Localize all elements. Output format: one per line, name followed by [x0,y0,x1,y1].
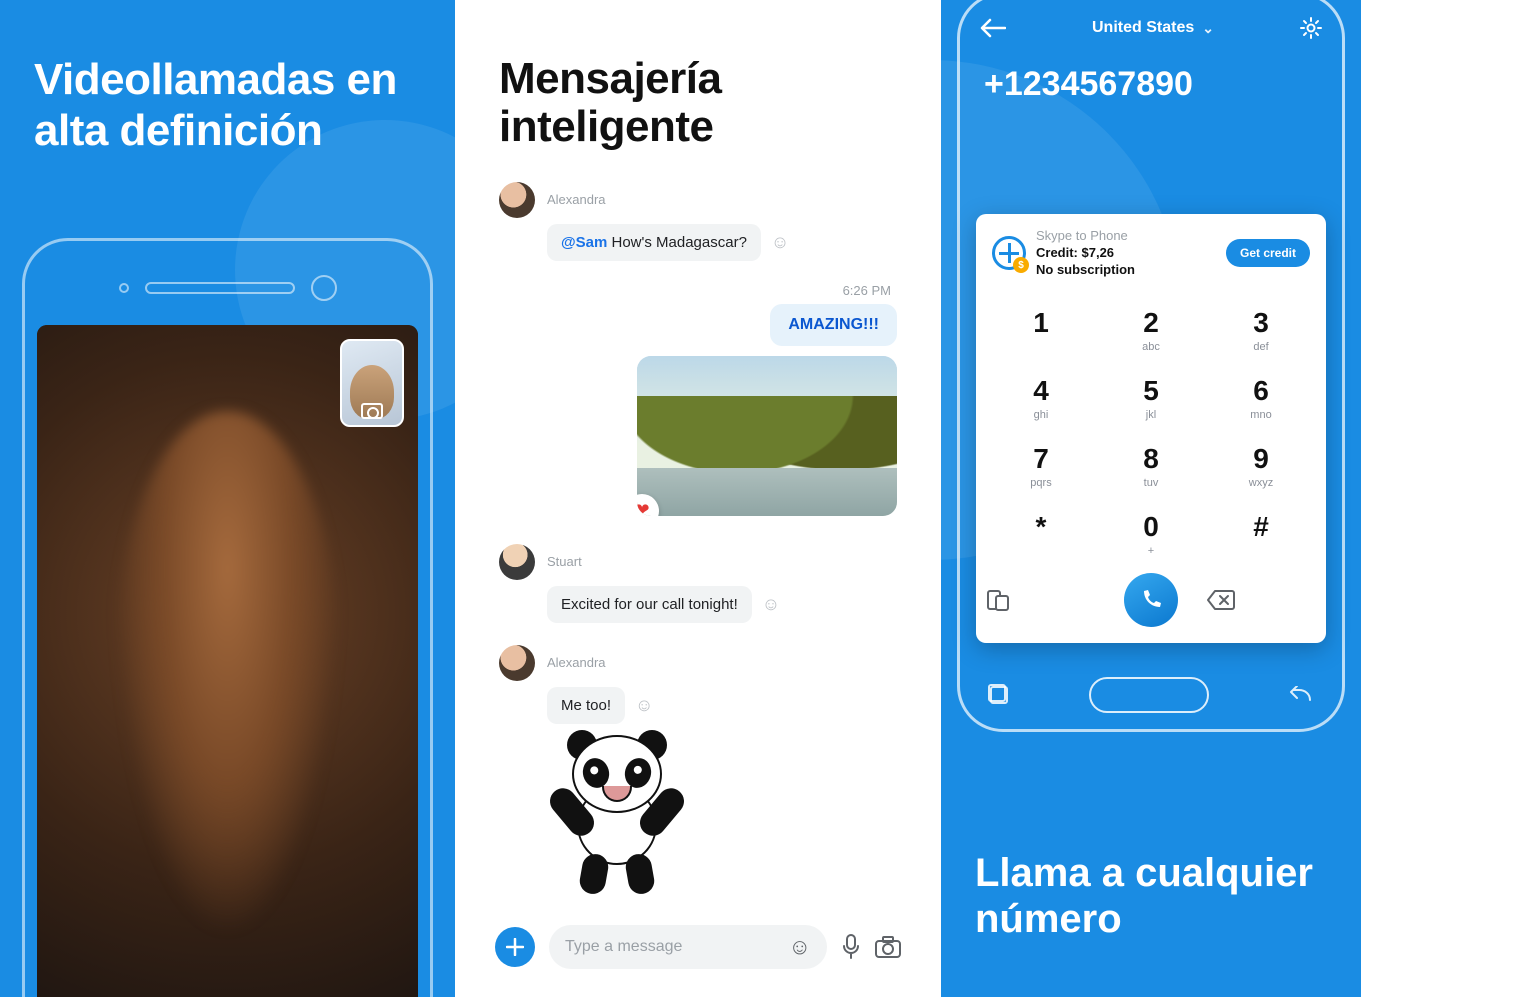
keypad-key-3[interactable]: 3def [1206,295,1316,363]
phone-frame [22,238,433,997]
message-incoming: Alexandra @Sam How's Madagascar? ☺ [499,182,901,261]
message-bubble[interactable]: Excited for our call tonight! [547,586,752,623]
screenshot-dialer: United States ⌄ +1234567890 $ Skype to P… [941,0,1361,997]
android-nav-bar [988,677,1314,713]
phone-speaker-bar [37,263,418,313]
globe-icon: $ [992,236,1026,270]
headline-messaging: Mensajería inteligente [483,0,913,152]
microphone-icon[interactable] [841,934,861,960]
phone-icon [1139,588,1163,612]
credit-info: Skype to Phone Credit: $7,26 No subscrip… [1036,228,1135,279]
message-outgoing[interactable]: AMAZING!!! [770,304,897,346]
sender-name: Alexandra [547,192,606,207]
backspace-button[interactable] [1206,589,1316,611]
keypad-key-0[interactable]: 0+ [1096,499,1206,567]
keypad-key-8[interactable]: 8tuv [1096,431,1206,499]
video-call-screen [37,325,418,997]
dialer-card: $ Skype to Phone Credit: $7,26 No subscr… [976,214,1326,643]
chat-thread: Alexandra @Sam How's Madagascar? ☺ 6:26 … [483,152,913,890]
keypad-key-#[interactable]: # [1206,499,1316,567]
keypad-key-9[interactable]: 9wxyz [1206,431,1316,499]
react-icon[interactable]: ☺ [762,594,780,615]
back-nav-icon[interactable] [1288,686,1314,704]
placeholder-text: Type a message [565,938,682,956]
avatar[interactable] [499,182,535,218]
keypad-key-6[interactable]: 6mno [1206,363,1316,431]
backspace-icon [1206,589,1236,611]
react-icon[interactable]: ☺ [635,695,653,716]
keypad-key-5[interactable]: 5jkl [1096,363,1206,431]
sender-name: Alexandra [547,655,606,670]
dialed-number: +1234567890 [970,39,1332,104]
camera-icon[interactable] [875,936,901,958]
react-icon[interactable]: ☺ [771,232,789,253]
chevron-down-icon: ⌄ [1202,20,1214,37]
keypad-key-7[interactable]: 7pqrs [986,431,1096,499]
home-nav-button[interactable] [1089,677,1209,713]
emoji-icon[interactable]: ☺ [789,934,811,960]
headline-dialer: Llama a cualquier número [975,850,1341,942]
devices-icon [986,588,1010,612]
screenshot-video-calls: Videollamadas en alta definición [0,0,455,997]
message-bubble[interactable]: Me too! [547,687,625,724]
add-button[interactable] [495,927,535,967]
keypad-key-1[interactable]: 1 [986,295,1096,363]
self-view-pip[interactable] [340,339,404,427]
keypad-key-4[interactable]: 4ghi [986,363,1096,431]
mention[interactable]: @Sam [561,234,607,251]
recents-nav-icon[interactable] [988,684,1010,706]
get-credit-button[interactable]: Get credit [1226,239,1310,267]
back-button[interactable] [980,18,1006,38]
country-selector[interactable]: United States ⌄ [1092,19,1214,37]
settings-button[interactable] [1300,17,1322,39]
photo-message[interactable]: ❤ [637,356,897,516]
phone-frame: United States ⌄ +1234567890 $ Skype to P… [957,0,1345,732]
keypad: 12abc3def 4ghi5jkl6mno 7pqrs8tuv9wxyz *0+# [986,295,1316,567]
camera-icon [361,403,383,419]
call-button[interactable] [1124,573,1178,627]
avatar[interactable] [499,645,535,681]
plus-icon [506,938,524,956]
avatar[interactable] [499,544,535,580]
message-incoming: Alexandra Me too! ☺ [499,645,901,890]
timestamp: 6:26 PM [499,283,891,298]
message-incoming: Stuart Excited for our call tonight! ☺ [499,544,901,623]
switch-device-button[interactable] [986,588,1096,612]
sender-name: Stuart [547,554,582,569]
arrow-left-icon [980,18,1006,38]
gear-icon [1300,17,1322,39]
message-bubble[interactable]: @Sam How's Madagascar? [547,224,761,261]
compose-bar: Type a message ☺ [495,921,901,973]
keypad-key-*[interactable]: * [986,499,1096,567]
panda-sticker[interactable] [547,730,687,890]
message-input[interactable]: Type a message ☺ [549,925,827,969]
keypad-key-2[interactable]: 2abc [1096,295,1206,363]
screenshot-messaging: Mensajería inteligente Alexandra @Sam Ho… [483,0,913,997]
